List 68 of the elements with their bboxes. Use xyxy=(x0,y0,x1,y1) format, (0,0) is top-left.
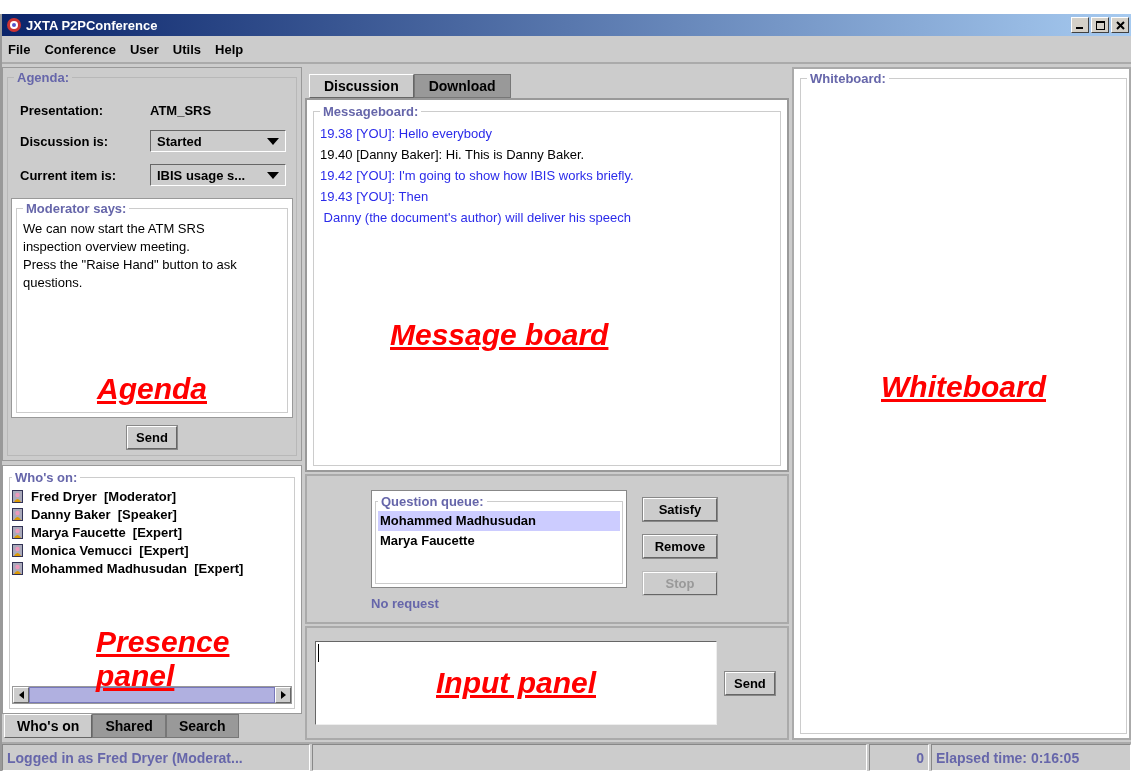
queue-action-button[interactable]: Remove xyxy=(643,535,717,558)
scroll-left-icon xyxy=(18,691,24,699)
close-icon xyxy=(1115,20,1125,30)
field-label: Discussion is: xyxy=(20,133,110,149)
scroll-right-icon xyxy=(280,691,286,699)
request-status: No request xyxy=(371,596,440,611)
queue-action-button[interactable]: Satisfy xyxy=(643,498,717,521)
menu-item[interactable]: File xyxy=(8,41,31,57)
counter: 0 xyxy=(869,744,929,771)
chat-message: 19.38 [YOU]: Hello everybody xyxy=(320,125,493,143)
annotation-label: Agenda xyxy=(97,372,207,406)
person-icon xyxy=(12,544,23,557)
panel-title: Messageboard: xyxy=(322,104,420,119)
close-button[interactable] xyxy=(1111,17,1129,33)
queue-item[interactable]: Mohammed Madhusudan xyxy=(378,511,620,531)
panel-title: Who's on: xyxy=(14,470,79,485)
tab[interactable]: Discussion xyxy=(309,74,414,98)
chat-message: 19.40 [Danny Baker]: Hi. This is Danny Baker. xyxy=(320,146,586,164)
tab[interactable]: Download xyxy=(413,74,511,98)
panel-title: Agenda: xyxy=(16,70,70,85)
field-label: Current item is: xyxy=(20,167,118,183)
participant-item[interactable]: Danny Baker [Speaker] xyxy=(12,507,292,522)
dropdown-arrow-icon xyxy=(267,171,279,179)
send-button[interactable]: Send xyxy=(127,426,177,449)
participant-item[interactable]: Monica Vemucci [Expert] xyxy=(12,543,292,558)
person-icon xyxy=(12,526,23,539)
participant-item[interactable]: Mohammed Madhusudan [Expert] xyxy=(12,561,292,576)
menu-item[interactable]: Conference xyxy=(44,41,116,57)
menu-item[interactable]: Help xyxy=(215,41,244,57)
dropdown-arrow-icon xyxy=(267,137,279,145)
person-icon xyxy=(12,508,23,521)
queue-item[interactable]: Marya Faucette xyxy=(378,531,620,551)
tab[interactable]: Who's on xyxy=(4,714,93,738)
person-icon xyxy=(12,562,23,575)
send-button[interactable]: Send xyxy=(725,671,775,695)
chat-message: 19.42 [YOU]: I'm going to show how IBIS works briefly. xyxy=(320,167,635,185)
annotation-label: Message board xyxy=(390,318,609,352)
minimize-button[interactable] xyxy=(1071,17,1089,33)
participant-item[interactable]: Marya Faucette [Expert] xyxy=(12,525,292,540)
app-logo-icon xyxy=(6,17,22,33)
moderator-text-line: We can now start the ATM SRS xyxy=(23,220,206,238)
menu-item[interactable]: Utils xyxy=(172,41,202,57)
moderator-text-line: questions. xyxy=(23,274,84,292)
presentation-name: ATM_SRS xyxy=(150,103,213,118)
person-icon xyxy=(12,490,23,503)
annotation-label: Whiteboard xyxy=(881,370,1046,404)
panel-title: Moderator says: xyxy=(25,201,128,216)
menu-item[interactable]: User xyxy=(129,41,159,57)
login-status: Logged in as Fred Dryer (Moderat... xyxy=(2,744,310,771)
current-item-dropdown[interactable]: IBIS usage s... xyxy=(150,164,286,186)
moderator-text-line: inspection overview meeting. xyxy=(23,238,191,256)
tab[interactable]: Shared xyxy=(92,714,166,738)
annotation-label: Presence panel xyxy=(96,625,231,693)
annotation-label: Input panel xyxy=(436,666,596,700)
chat-message: Danny (the document's author) will deliver his speech xyxy=(322,209,633,227)
participant-item[interactable]: Fred Dryer [Moderator] xyxy=(12,489,292,504)
panel-title: Question queue: xyxy=(380,494,485,509)
moderator-text-line: Press the "Raise Hand" button to ask xyxy=(23,256,238,274)
panel-title: Whiteboard: xyxy=(809,71,887,86)
message-input-field[interactable]: Input panel xyxy=(315,641,717,725)
maximize-icon xyxy=(1095,20,1105,30)
elapsed-time: Elapsed time: 0:16:05 xyxy=(931,744,1131,771)
discussion-dropdown[interactable]: Started xyxy=(150,130,286,152)
window-title: JXTA P2PConference xyxy=(26,17,158,33)
maximize-button[interactable] xyxy=(1091,17,1109,33)
tab[interactable]: Search xyxy=(165,714,239,738)
field-label: Presentation: xyxy=(20,103,105,118)
chat-message: 19.43 [YOU]: Then xyxy=(320,188,430,206)
